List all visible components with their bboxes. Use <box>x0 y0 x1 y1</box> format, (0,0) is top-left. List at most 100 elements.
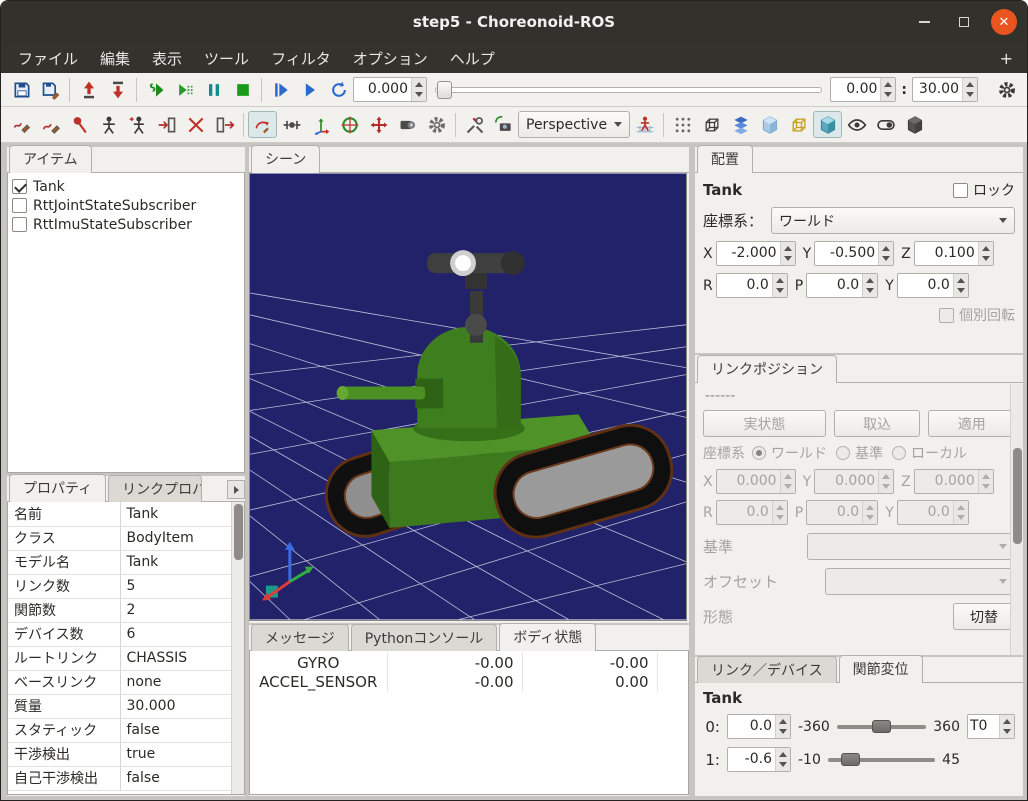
joint-1-slider[interactable] <box>828 752 935 768</box>
apply-button[interactable]: 適用 <box>928 410 1015 437</box>
menu-filter[interactable]: フィルタ <box>260 45 342 72</box>
projector-button[interactable] <box>393 111 422 138</box>
table-row[interactable]: 干渉検出true <box>8 742 232 766</box>
slider-handle[interactable] <box>872 720 891 733</box>
table-row[interactable]: ベースリンクnone <box>8 670 232 694</box>
tree-item-imu-subscriber[interactable]: RttImuStateSubscriber <box>8 215 244 234</box>
camera-move-button[interactable] <box>489 111 518 138</box>
body-state-view[interactable]: GYRO -0.00 -0.00 -0.00 ACCEL_SENSOR -0.0… <box>249 651 689 795</box>
tab-scroll-right-button[interactable] <box>227 480 245 499</box>
resume-simulation-button[interactable] <box>170 76 199 103</box>
base-radio[interactable] <box>836 446 850 460</box>
tank-checkbox[interactable] <box>12 179 27 194</box>
menu-help[interactable]: ヘルプ <box>439 45 506 72</box>
titlebar[interactable]: step5 - Choreonoid-ROS ✕ <box>1 1 1027 43</box>
spin-arrows-icon[interactable] <box>411 78 426 101</box>
table-row[interactable]: リンク数5 <box>8 574 232 598</box>
table-row[interactable]: モデル名Tank <box>8 550 232 574</box>
x-spinbox[interactable]: -2.000 <box>716 241 796 266</box>
scene-viewport[interactable] <box>249 173 687 621</box>
close-button[interactable]: ✕ <box>991 9 1017 35</box>
table-row[interactable]: クラスBodyItem <box>8 526 232 550</box>
checkbox-icon[interactable] <box>939 308 954 323</box>
table-row[interactable]: スタティックfalse <box>8 718 232 742</box>
tab-link-device[interactable]: リンク／デバイス <box>697 656 837 683</box>
table-row[interactable]: 質量30.000 <box>8 694 232 718</box>
projection-combo[interactable]: Perspective <box>518 111 630 138</box>
spin-arrows-icon[interactable] <box>862 274 877 297</box>
collision-visualization-button[interactable] <box>630 111 659 138</box>
switch-button[interactable]: 切替 <box>953 603 1015 630</box>
table-row[interactable]: 関節数2 <box>8 598 232 622</box>
tab-scene[interactable]: シーン <box>251 145 320 173</box>
joint-subscriber-checkbox[interactable] <box>12 198 27 213</box>
layered-rendering-button[interactable] <box>726 111 755 138</box>
pause-simulation-button[interactable] <box>199 76 228 103</box>
lock-checkbox[interactable]: ロック <box>953 180 1015 200</box>
item-extract-button[interactable] <box>152 111 181 138</box>
playback-initialize-button[interactable] <box>266 76 295 103</box>
tree-item-tank[interactable]: Tank <box>8 177 244 196</box>
range-start-spinbox[interactable]: 0.00 <box>830 77 896 102</box>
spin-arrows-icon[interactable] <box>962 78 977 101</box>
shaded-rendering-button[interactable] <box>813 111 842 138</box>
table-row[interactable]: ルートリンクCHASSIS <box>8 646 232 670</box>
joint-0-spinbox[interactable]: 0.0 <box>727 714 791 739</box>
link-position-scrollbar[interactable] <box>1010 384 1023 655</box>
x-spinbox[interactable]: 0.000 <box>716 469 796 494</box>
save-button[interactable] <box>7 76 36 103</box>
local-radio[interactable] <box>892 446 906 460</box>
stop-simulation-button[interactable] <box>228 76 257 103</box>
z-spinbox[interactable]: 0.000 <box>914 469 994 494</box>
minimize-button[interactable] <box>911 9 937 35</box>
menu-options[interactable]: オプション <box>342 45 439 72</box>
spin-arrows-icon[interactable] <box>953 274 968 297</box>
drag-rotation-button[interactable] <box>36 111 65 138</box>
slider-handle[interactable] <box>841 753 860 766</box>
scrollbar-thumb[interactable] <box>234 504 243 560</box>
pitch-spinbox[interactable]: 0.0 <box>806 500 878 525</box>
tab-link-property[interactable]: リンクプロパ <box>108 475 202 502</box>
item-export-button[interactable] <box>210 111 239 138</box>
spin-arrows-icon[interactable] <box>775 715 790 738</box>
world-radio[interactable] <box>752 446 766 460</box>
spin-arrows-icon[interactable] <box>953 501 968 524</box>
spin-arrows-icon[interactable] <box>978 242 993 265</box>
menu-view[interactable]: 表示 <box>141 45 193 72</box>
tab-items[interactable]: アイテム <box>9 145 92 173</box>
spin-arrows-icon[interactable] <box>772 274 787 297</box>
menu-file[interactable]: ファイル <box>7 45 89 72</box>
imu-subscriber-checkbox[interactable] <box>12 217 27 232</box>
tab-body-state[interactable]: ボディ状態 <box>499 623 596 651</box>
time-spinbox[interactable]: 0.000 <box>353 77 427 102</box>
model-display-button[interactable] <box>900 111 929 138</box>
spin-arrows-icon[interactable] <box>772 501 787 524</box>
pin-button[interactable] <box>65 111 94 138</box>
offset-combo[interactable] <box>825 568 1015 595</box>
actual-state-button[interactable]: 実状態 <box>703 410 826 437</box>
individual-rotation-checkbox[interactable]: 個別回転 <box>939 305 1015 325</box>
center-target-button[interactable] <box>335 111 364 138</box>
menu-edit[interactable]: 編集 <box>89 45 141 72</box>
point-rendering-button[interactable] <box>668 111 697 138</box>
joint-1-spinbox[interactable]: -0.6 <box>727 747 791 772</box>
scrollbar-thumb[interactable] <box>1013 448 1022 544</box>
checkout-button[interactable] <box>74 76 103 103</box>
table-row[interactable]: 自己干渉検出false <box>8 766 232 790</box>
highlight-toggle-button[interactable] <box>871 111 900 138</box>
item-tree[interactable]: Tank RttJointStateSubscriber RttImuState… <box>7 173 245 473</box>
table-row[interactable]: 名前Tank <box>8 502 232 526</box>
solid-rendering-button[interactable] <box>755 111 784 138</box>
yaw-spinbox[interactable]: 0.0 <box>897 273 969 298</box>
spin-arrows-icon[interactable] <box>775 748 790 771</box>
roll-spinbox[interactable]: 0.0 <box>716 273 788 298</box>
scene-edit-mode-button[interactable] <box>248 111 277 138</box>
body-move-button[interactable] <box>123 111 152 138</box>
tools-button[interactable] <box>460 111 489 138</box>
checkbox-icon[interactable] <box>953 183 968 198</box>
base-combo[interactable] <box>807 533 1015 560</box>
bounding-box-button[interactable] <box>784 111 813 138</box>
spin-arrows-icon[interactable] <box>999 715 1014 738</box>
playback-start-button[interactable] <box>295 76 324 103</box>
spin-arrows-icon[interactable] <box>880 78 895 101</box>
